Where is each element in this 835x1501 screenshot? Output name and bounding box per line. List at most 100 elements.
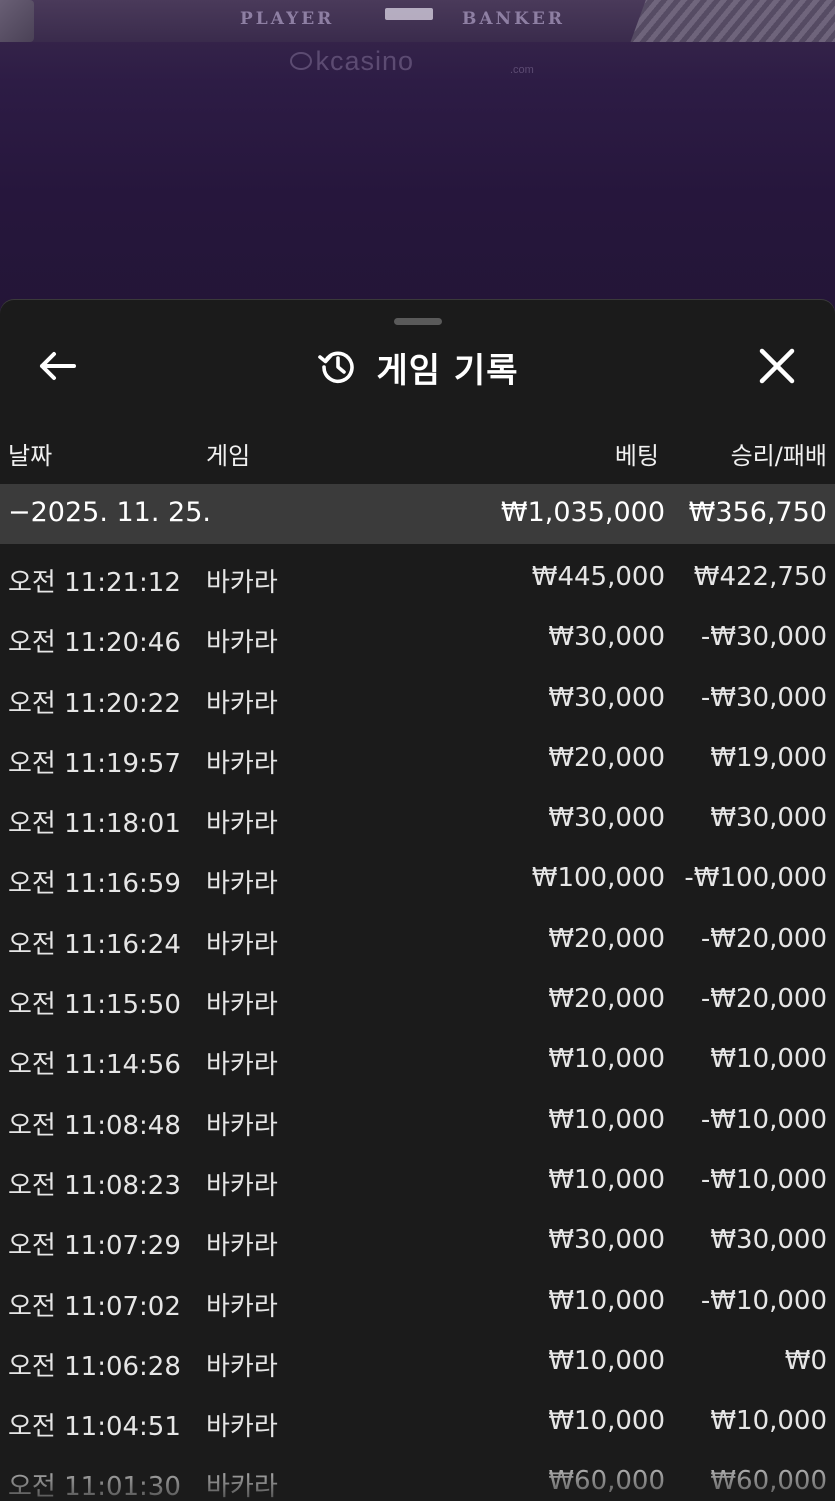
watermark-logo: kcasino (290, 46, 414, 77)
page: PLAYER BANKER kcasino .com 게임 기록 날짜 게임 베… (0, 0, 835, 1501)
history-row[interactable]: 오전 11:21:12 바카라 ₩445,000 ₩422,750 (0, 550, 835, 610)
history-row[interactable]: 오전 11:08:48 바카라 ₩10,000 -₩10,000 (0, 1093, 835, 1153)
history-row[interactable]: 오전 11:08:23 바카라 ₩10,000 -₩10,000 (0, 1153, 835, 1213)
drag-handle[interactable] (394, 318, 442, 325)
row-win-loss: -₩30,000 (700, 622, 827, 653)
history-row[interactable]: 오전 11:20:46 바카라 ₩30,000 -₩30,000 (0, 610, 835, 670)
row-win-loss: ₩30,000 (710, 803, 827, 834)
row-time: 오전 11:06:28 (8, 1351, 181, 1382)
history-row[interactable]: 오전 11:06:28 바카라 ₩10,000 ₩0 (0, 1334, 835, 1394)
row-game: 바카라 (206, 1110, 278, 1141)
row-bet: ₩10,000 (548, 1164, 665, 1195)
history-row[interactable]: 오전 11:01:30 바카라 ₩60,000 ₩60,000 (0, 1454, 835, 1501)
row-game: 바카라 (206, 1291, 278, 1322)
row-time: 오전 11:07:02 (8, 1291, 181, 1322)
close-icon (759, 348, 795, 384)
row-time: 오전 11:15:50 (8, 990, 181, 1021)
row-bet: ₩30,000 (548, 622, 665, 653)
card-shoe (630, 0, 835, 42)
sheet-title: 게임 기록 (376, 350, 519, 391)
row-game: 바카라 (206, 1351, 278, 1382)
row-win-loss: ₩10,000 (710, 1044, 827, 1075)
row-time: 오전 11:16:24 (8, 929, 181, 960)
dealer-object (0, 0, 34, 42)
row-time: 오전 11:19:57 (8, 748, 181, 779)
history-row[interactable]: 오전 11:14:56 바카라 ₩10,000 ₩10,000 (0, 1032, 835, 1092)
row-game: 바카라 (206, 1170, 278, 1201)
row-bet: ₩60,000 (548, 1466, 665, 1497)
row-win-loss: -₩10,000 (700, 1164, 827, 1195)
row-bet: ₩30,000 (548, 803, 665, 834)
row-game: 바카라 (206, 568, 278, 598)
game-history-sheet: 게임 기록 날짜 게임 베팅 승리/패배 −2025. 11. 25. ₩1,0… (0, 300, 835, 1501)
column-header-game: 게임 (206, 442, 251, 470)
history-icon (317, 351, 354, 384)
group-total-win-loss: ₩356,750 (688, 497, 827, 528)
history-row[interactable]: 오전 11:18:01 바카라 ₩30,000 ₩30,000 (0, 791, 835, 851)
row-bet: ₩30,000 (548, 682, 665, 713)
row-win-loss: ₩0 (784, 1345, 827, 1376)
row-time: 오전 11:04:51 (8, 1412, 181, 1443)
group-total-bet: ₩1,035,000 (500, 497, 665, 528)
row-time: 오전 11:20:46 (8, 628, 181, 659)
row-game: 바카라 (206, 1412, 278, 1443)
row-time: 오전 11:08:23 (8, 1170, 181, 1201)
row-time: 오전 11:01:30 (8, 1472, 181, 1501)
live-table-background: PLAYER BANKER kcasino .com (0, 0, 835, 330)
row-game: 바카라 (206, 929, 278, 960)
history-row[interactable]: 오전 11:04:51 바카라 ₩10,000 ₩10,000 (0, 1394, 835, 1454)
watermark-text: kcasino (315, 46, 415, 76)
column-header-date: 날짜 (8, 442, 53, 470)
row-game: 바카라 (206, 990, 278, 1021)
row-game: 바카라 (206, 1472, 278, 1501)
history-row[interactable]: 오전 11:15:50 바카라 ₩20,000 -₩20,000 (0, 972, 835, 1032)
row-bet: ₩30,000 (548, 1225, 665, 1256)
history-row[interactable]: 오전 11:16:59 바카라 ₩100,000 -₩100,000 (0, 851, 835, 911)
row-bet: ₩20,000 (548, 984, 665, 1015)
row-bet: ₩20,000 (548, 742, 665, 773)
row-win-loss: ₩30,000 (710, 1225, 827, 1256)
watermark-subtext: .com (510, 64, 534, 76)
row-bet: ₩445,000 (531, 562, 665, 592)
history-row[interactable]: 오전 11:16:24 바카라 ₩20,000 -₩20,000 (0, 912, 835, 972)
row-win-loss: -₩30,000 (700, 682, 827, 713)
date-group-row[interactable]: −2025. 11. 25. ₩1,035,000 ₩356,750 (0, 484, 835, 544)
row-win-loss: ₩422,750 (693, 562, 827, 592)
row-game: 바카라 (206, 869, 278, 900)
banker-area-label: BANKER (462, 9, 565, 29)
row-time: 오전 11:08:48 (8, 1110, 181, 1141)
row-win-loss: ₩10,000 (710, 1406, 827, 1437)
close-button[interactable] (752, 343, 802, 389)
row-time: 오전 11:18:01 (8, 809, 181, 840)
player-area-label: PLAYER (240, 9, 335, 29)
row-bet: ₩100,000 (531, 863, 665, 894)
row-time: 오전 11:20:22 (8, 688, 181, 719)
row-game: 바카라 (206, 1231, 278, 1262)
history-row[interactable]: 오전 11:20:22 바카라 ₩30,000 -₩30,000 (0, 671, 835, 731)
row-win-loss: ₩19,000 (710, 742, 827, 773)
column-header-win-loss: 승리/패배 (730, 442, 827, 470)
row-bet: ₩10,000 (548, 1104, 665, 1135)
row-win-loss: -₩10,000 (700, 1285, 827, 1316)
row-time: 오전 11:16:59 (8, 869, 181, 900)
row-bet: ₩10,000 (548, 1044, 665, 1075)
row-game: 바카라 (206, 688, 278, 719)
sheet-header: 게임 기록 (0, 330, 835, 405)
row-game: 바카라 (206, 809, 278, 840)
history-row[interactable]: 오전 11:07:29 바카라 ₩30,000 ₩30,000 (0, 1213, 835, 1273)
row-win-loss: -₩100,000 (684, 863, 827, 894)
row-game: 바카라 (206, 748, 278, 779)
row-bet: ₩10,000 (548, 1285, 665, 1316)
sheet-title-group: 게임 기록 (0, 344, 835, 391)
row-win-loss: -₩20,000 (700, 923, 827, 954)
row-time: 오전 11:21:12 (8, 568, 181, 598)
row-bet: ₩20,000 (548, 923, 665, 954)
history-row[interactable]: 오전 11:19:57 바카라 ₩20,000 ₩19,000 (0, 731, 835, 791)
history-row[interactable]: 오전 11:07:02 바카라 ₩10,000 -₩10,000 (0, 1274, 835, 1334)
row-bet: ₩10,000 (548, 1345, 665, 1376)
row-game: 바카라 (206, 1050, 278, 1081)
history-list: 오전 11:21:12 바카라 ₩445,000 ₩422,750 오전 11:… (0, 550, 835, 1501)
row-game: 바카라 (206, 628, 278, 659)
row-win-loss: -₩20,000 (700, 984, 827, 1015)
row-time: 오전 11:14:56 (8, 1050, 181, 1081)
